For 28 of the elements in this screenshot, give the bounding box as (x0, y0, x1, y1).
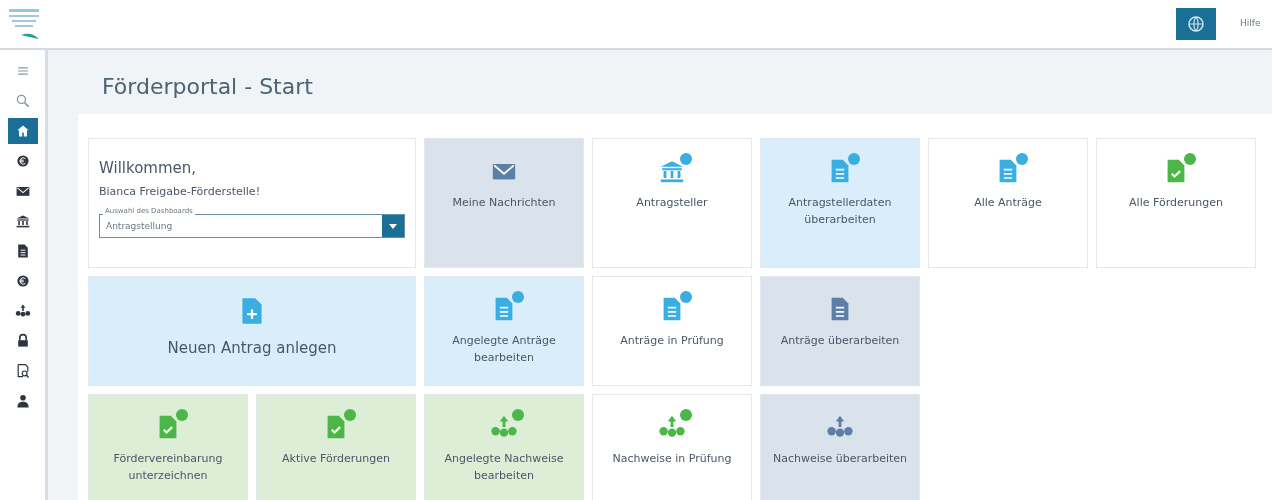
dashboard-tile[interactable]: Anträge in Prüfung (592, 276, 752, 387)
euro-icon (14, 273, 31, 289)
bank-icon (14, 213, 31, 229)
dashboard-tile[interactable]: Fördervereinbarung unterzeichnen (88, 394, 248, 500)
globe-button[interactable] (1176, 8, 1216, 40)
dashboard-tile[interactable]: Angelegte Anträge bearbeiten (424, 276, 584, 387)
dashboard-tile[interactable]: Aktive Förderungen (256, 394, 416, 500)
globe-icon (1186, 14, 1206, 34)
dashboard-tile[interactable]: Nachweise in Prüfung (592, 394, 752, 500)
dashboard-select[interactable]: Antragstellung (99, 214, 405, 239)
dashboard-tile[interactable]: Nachweise überarbeiten (760, 394, 920, 500)
dashboard-tile[interactable]: Neuen Antrag anlegen (88, 276, 416, 387)
help-link[interactable]: Hilfe (1240, 17, 1272, 31)
user-name: Bianca Freigabe-Förderstelle! (99, 183, 262, 200)
dashboard-tile[interactable]: Alle Anträge (928, 138, 1088, 269)
network-icon (14, 303, 31, 319)
dashboard-tile[interactable]: Antragsteller (592, 138, 752, 269)
welcome-heading: Willkommen, (99, 158, 198, 180)
caret-icon (389, 223, 397, 229)
search-icon (14, 93, 31, 109)
page-title: Förderportal - Start (101, 73, 314, 101)
dashboard-tile[interactable]: Alle Förderungen (1096, 138, 1256, 269)
euro-icon (14, 153, 31, 169)
dashboard-tile[interactable]: Anträge überarbeiten (760, 276, 920, 387)
sidebar-item[interactable] (7, 118, 38, 144)
dashboard-tile[interactable]: Meine Nachrichten (424, 138, 584, 269)
dashboard-tile[interactable]: Angelegte Nachweise bearbeiten (424, 394, 584, 500)
dashboard-tile[interactable]: Antragstellerdaten überarbeiten (760, 138, 920, 269)
